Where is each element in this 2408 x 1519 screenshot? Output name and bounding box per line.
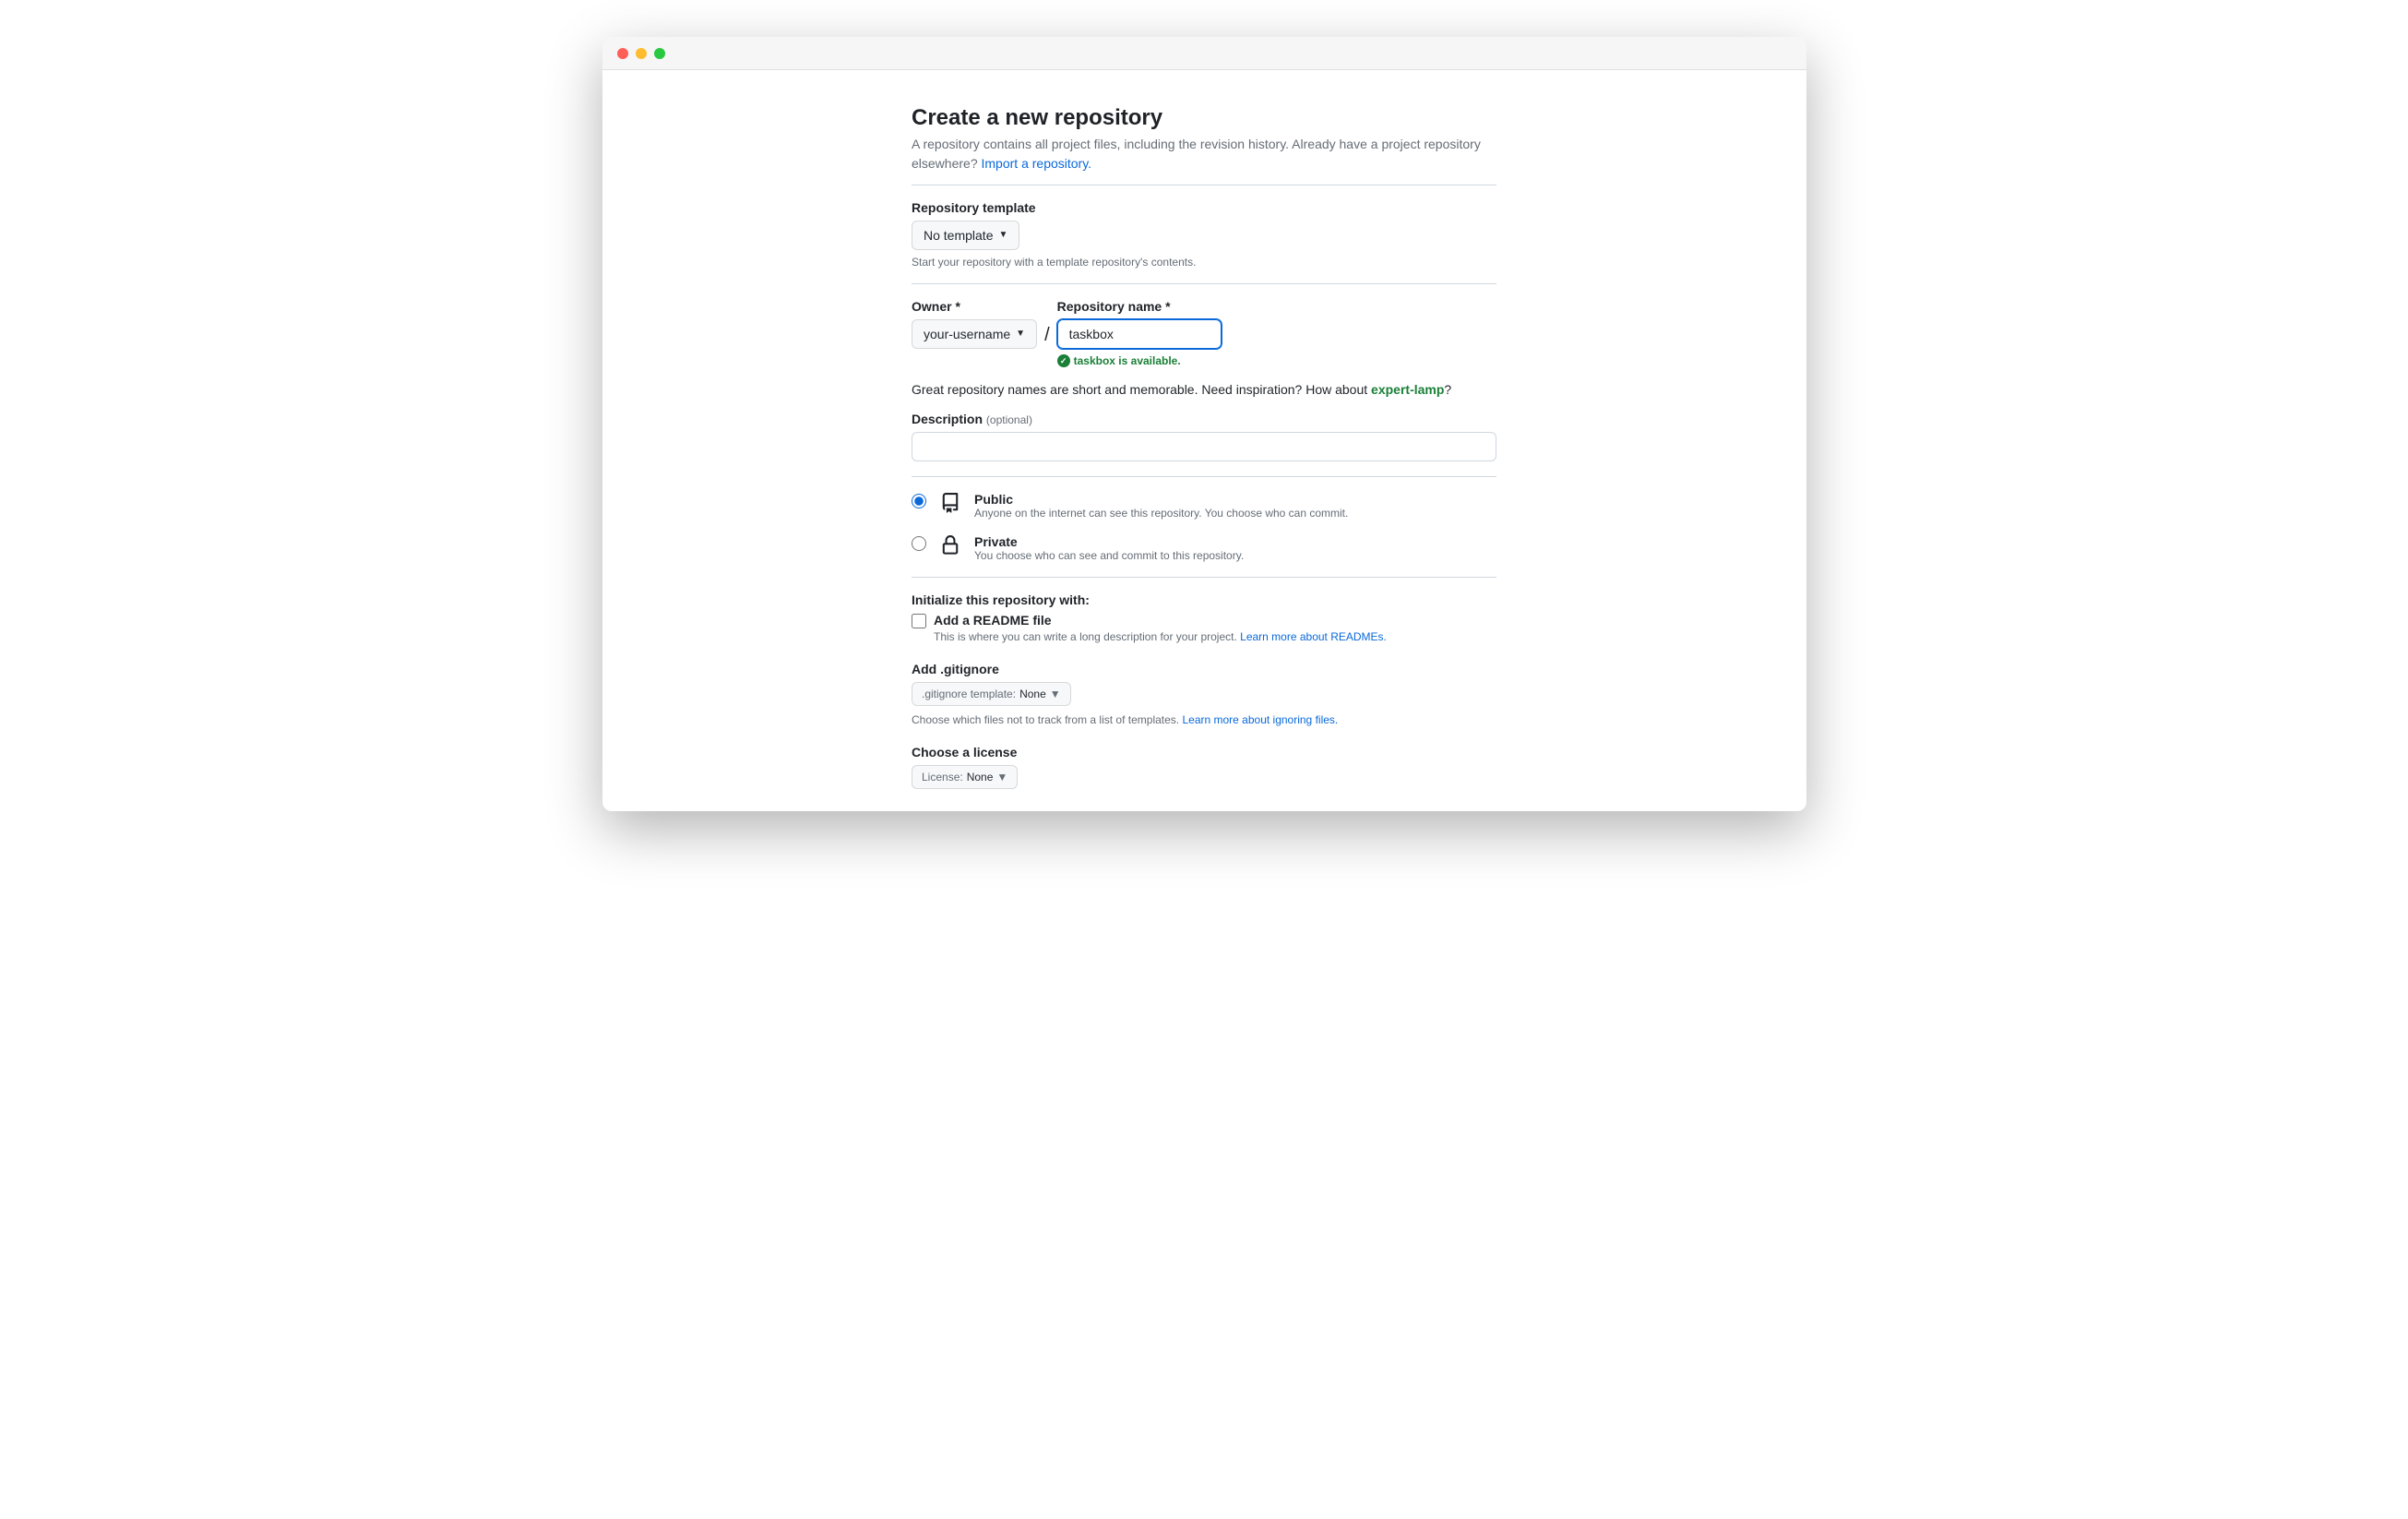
gitignore-helper: Choose which files not to track from a l… (912, 713, 1496, 726)
check-circle-icon: ✓ (1057, 354, 1070, 367)
browser-window: Create a new repository A repository con… (602, 37, 1806, 811)
readme-row: Add a README file (912, 613, 1496, 628)
gitignore-label: Add .gitignore (912, 662, 1496, 676)
license-select[interactable]: License: None ▼ (912, 765, 1018, 789)
page-title: Create a new repository (912, 105, 1496, 131)
repo-name-column: Repository name * ✓ taskbox is available… (1057, 299, 1222, 367)
caret-down-icon: ▼ (996, 769, 1007, 785)
page-content: Create a new repository A repository con… (602, 70, 1806, 811)
readme-checkbox[interactable] (912, 614, 926, 628)
public-content: Public Anyone on the internet can see th… (974, 492, 1496, 520)
readme-desc: This is where you can write a long descr… (934, 630, 1496, 643)
caret-down-icon: ▼ (998, 226, 1007, 245)
inspiration-text: Great repository names are short and mem… (912, 382, 1496, 397)
caret-down-icon: ▼ (1016, 325, 1025, 343)
owner-select[interactable]: your-username ▼ (912, 319, 1037, 349)
main-form: Create a new repository A repository con… (912, 105, 1496, 811)
owner-row: Owner * your-username ▼ / Repository nam… (912, 299, 1496, 367)
maximize-window-button[interactable] (654, 48, 665, 59)
name-section: Owner * your-username ▼ / Repository nam… (912, 284, 1496, 476)
owner-selected-value: your-username (924, 325, 1010, 343)
close-window-button[interactable] (617, 48, 628, 59)
template-selected-value: No template (924, 226, 993, 245)
private-desc: You choose who can see and commit to thi… (974, 549, 1496, 562)
suggestion-link[interactable]: expert-lamp (1371, 382, 1444, 397)
availability-text: taskbox is available. (1074, 354, 1181, 367)
license-label: Choose a license (912, 745, 1496, 760)
page-subtitle: A repository contains all project files,… (912, 135, 1496, 173)
availability-status: ✓ taskbox is available. (1057, 354, 1222, 367)
owner-column: Owner * your-username ▼ (912, 299, 1037, 349)
public-radio[interactable] (912, 494, 926, 508)
private-title: Private (974, 534, 1496, 549)
gitignore-select[interactable]: .gitignore template: None ▼ (912, 682, 1071, 706)
caret-down-icon: ▼ (1050, 686, 1061, 702)
template-section: Repository template No template ▼ Start … (912, 185, 1496, 283)
visibility-section: Public Anyone on the internet can see th… (912, 477, 1496, 577)
description-input[interactable] (912, 432, 1496, 461)
gitignore-learn-more-link[interactable]: Learn more about ignoring files. (1182, 713, 1338, 726)
owner-label: Owner * (912, 299, 1037, 314)
slash-separator: / (1044, 325, 1050, 346)
initialize-label: Initialize this repository with: (912, 592, 1496, 607)
gitignore-value: None (1019, 686, 1046, 702)
optional-tag: (optional) (986, 413, 1032, 426)
minimize-window-button[interactable] (636, 48, 647, 59)
visibility-private-row: Private You choose who can see and commi… (912, 534, 1496, 562)
license-value: None (967, 769, 994, 785)
visibility-public-row: Public Anyone on the internet can see th… (912, 492, 1496, 520)
initialize-section: Initialize this repository with: Add a R… (912, 578, 1496, 811)
private-content: Private You choose who can see and commi… (974, 534, 1496, 562)
public-title: Public (974, 492, 1496, 507)
private-radio[interactable] (912, 536, 926, 551)
titlebar (602, 37, 1806, 70)
readme-learn-more-link[interactable]: Learn more about READMEs. (1240, 630, 1387, 643)
lock-icon (939, 534, 961, 556)
repo-name-label: Repository name * (1057, 299, 1222, 314)
template-helper: Start your repository with a template re… (912, 256, 1496, 269)
description-label: Description (optional) (912, 412, 1496, 426)
template-label: Repository template (912, 200, 1496, 215)
traffic-lights (617, 48, 665, 59)
import-repository-link[interactable]: Import a repository. (982, 156, 1092, 171)
public-desc: Anyone on the internet can see this repo… (974, 507, 1496, 520)
repo-icon (939, 492, 961, 514)
template-select[interactable]: No template ▼ (912, 221, 1019, 250)
repo-name-input[interactable] (1057, 319, 1222, 349)
readme-title: Add a README file (934, 613, 1052, 628)
